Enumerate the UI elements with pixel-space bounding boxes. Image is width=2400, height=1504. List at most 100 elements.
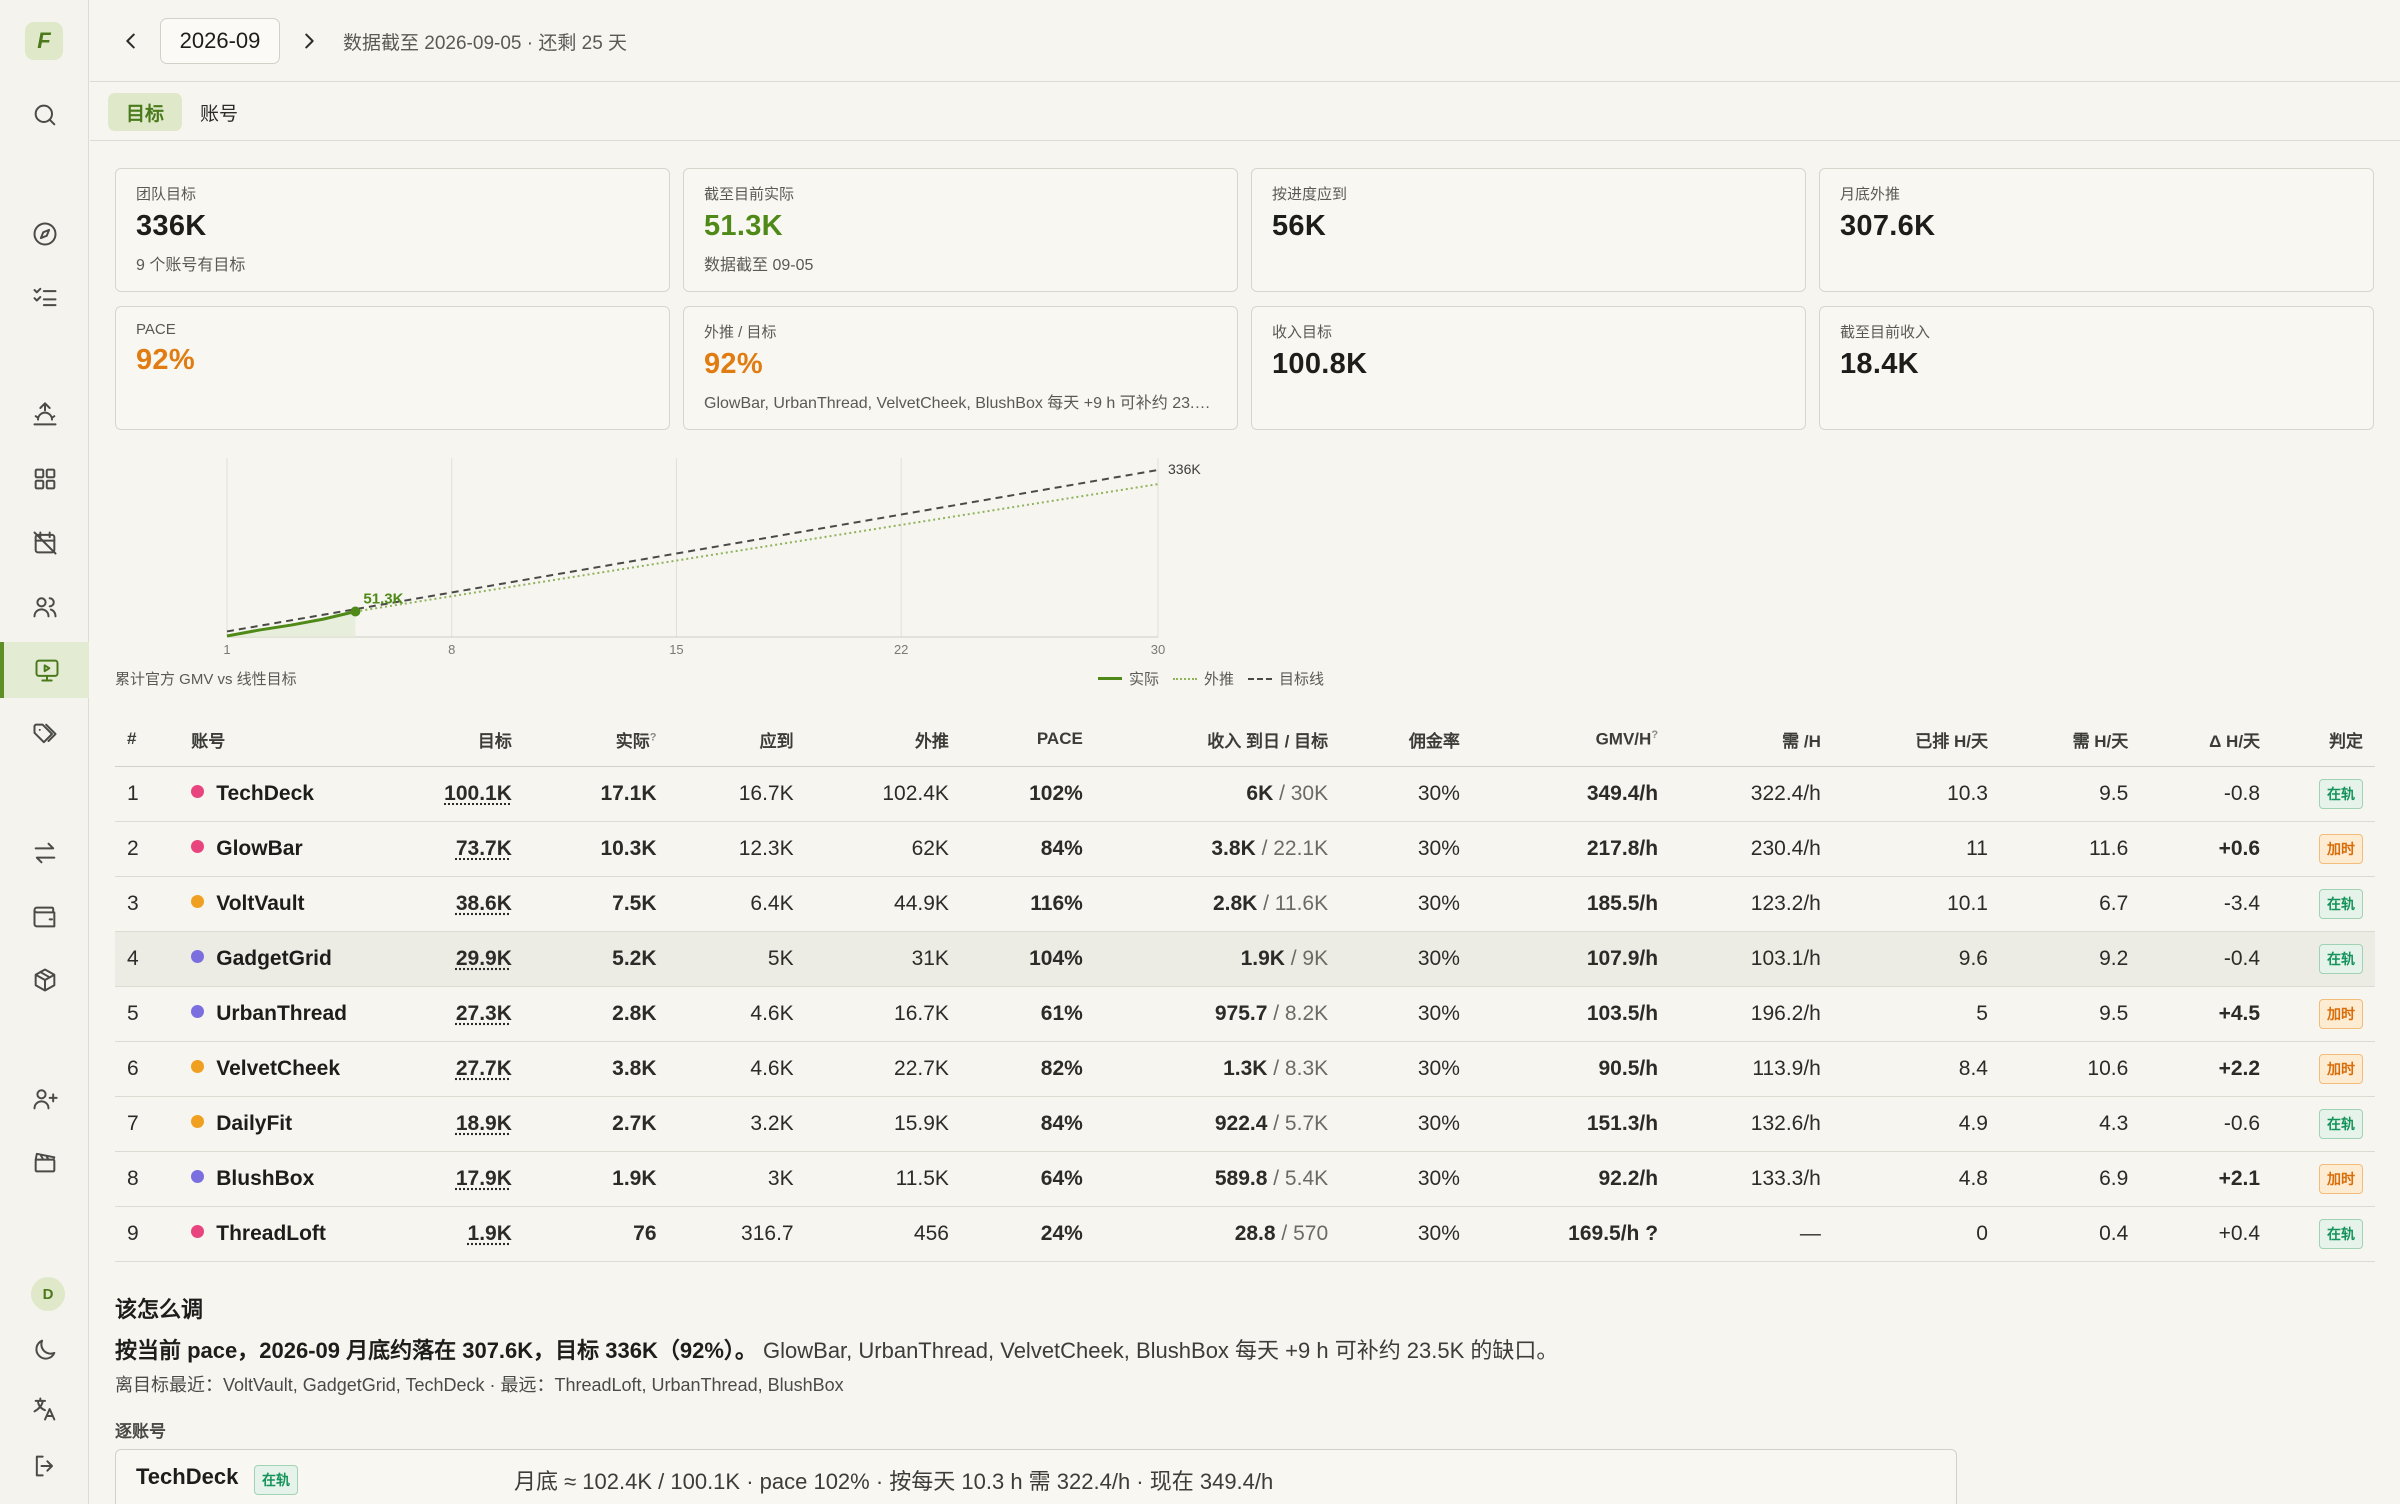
cell-target[interactable]: 38.6K xyxy=(425,876,524,932)
cell-projection: 22.7K xyxy=(805,1041,961,1097)
col-commission[interactable]: 佣金率 xyxy=(1340,713,1472,767)
col-actual[interactable]: 实际? xyxy=(523,713,669,767)
col-income[interactable]: 收入 到日 / 目标 xyxy=(1094,713,1341,767)
per-account-card[interactable]: TechDeck 在轨 月底 ≈ 102.4K / 100.1K · pace … xyxy=(115,1449,1957,1504)
nav-tags[interactable] xyxy=(0,706,89,762)
status-badge[interactable]: 在轨 xyxy=(2319,778,2363,809)
users-icon xyxy=(33,597,56,618)
col-need-h[interactable]: 需 /H xyxy=(1670,713,1833,767)
table-row[interactable]: 1 TechDeck 100.1K 17.1K 16.7K 102.4K 102% 6K / … xyxy=(115,766,2375,822)
stat-value: 92% xyxy=(704,348,763,380)
status-badge[interactable]: 加时 xyxy=(2319,833,2363,864)
nav-dashboard[interactable] xyxy=(0,451,89,507)
cell-verdict: 在轨 xyxy=(2272,1096,2375,1152)
cell-account[interactable]: VelvetCheek xyxy=(179,1041,426,1097)
cell-account[interactable]: TechDeck xyxy=(179,766,426,822)
target-value[interactable]: 100.1K xyxy=(444,782,512,805)
target-value[interactable]: 27.7K xyxy=(456,1057,512,1080)
table-row[interactable]: 3 VoltVault 38.6K 7.5K 6.4K 44.9K 116% 2.8K / 1… xyxy=(115,876,2375,932)
col-delta[interactable]: Δ H/天 xyxy=(2140,713,2273,767)
table-row[interactable]: 8 BlushBox 17.9K 1.9K 3K 11.5K 64% 589.8 / 5.4K… xyxy=(115,1151,2375,1207)
nav-tasks[interactable] xyxy=(0,269,89,325)
col-index[interactable]: # xyxy=(115,713,180,767)
prev-month-button[interactable] xyxy=(114,24,148,58)
table-row[interactable]: 2 GlowBar 73.7K 10.3K 12.3K 62K 84% 3.8K / 22.1… xyxy=(115,821,2375,877)
table-row[interactable]: 6 VelvetCheek 27.7K 3.8K 4.6K 22.7K 82% 1.3K / … xyxy=(115,1041,2375,1097)
col-account[interactable]: 账号 xyxy=(179,713,426,767)
col-due[interactable]: 应到 xyxy=(668,713,806,767)
cell-target[interactable]: 27.3K xyxy=(425,986,524,1042)
nav-logout[interactable] xyxy=(0,1438,89,1494)
status-badge[interactable]: 加时 xyxy=(2319,1163,2363,1194)
cell-account[interactable]: DailyFit xyxy=(179,1096,426,1152)
tab-accounts[interactable]: 账号 xyxy=(182,93,256,131)
app-logo[interactable]: F xyxy=(25,22,63,60)
target-value[interactable]: 18.9K xyxy=(456,1112,512,1135)
status-badge[interactable]: 加时 xyxy=(2319,998,2363,1029)
nav-theme[interactable] xyxy=(0,1322,89,1378)
cell-target[interactable]: 17.9K xyxy=(425,1151,524,1207)
col-need-day[interactable]: 需 H/天 xyxy=(1999,713,2141,767)
per-account-badge: 在轨 xyxy=(254,1465,298,1495)
cell-need-h: 103.1/h xyxy=(1670,931,1833,987)
target-value[interactable]: 73.7K xyxy=(456,837,512,860)
status-badge[interactable]: 加时 xyxy=(2319,1053,2363,1084)
col-pace[interactable]: PACE xyxy=(960,713,1095,767)
table-row[interactable]: 7 DailyFit 18.9K 2.7K 3.2K 15.9K 84% 922.4 / 5.… xyxy=(115,1096,2375,1152)
advice-summary: 按当前 pace，2026-09 月底约落在 307.6K，目标 336K（92… xyxy=(115,1333,1558,1365)
cell-target[interactable]: 73.7K xyxy=(425,821,524,877)
status-badge[interactable]: 在轨 xyxy=(2319,1108,2363,1139)
target-value[interactable]: 1.9K xyxy=(468,1222,512,1245)
cell-target[interactable]: 18.9K xyxy=(425,1096,524,1152)
tab-goals[interactable]: 目标 xyxy=(108,93,183,131)
table-row[interactable]: 9 ThreadLoft 1.9K 76 316.7 456 24% 28.8 / 570 30… xyxy=(115,1206,2375,1262)
cell-target[interactable]: 29.9K xyxy=(425,931,524,987)
nav-invite[interactable] xyxy=(0,1071,89,1127)
table-row[interactable]: 4 GadgetGrid 29.9K 5.2K 5K 31K 104% 1.9K / 9K 30… xyxy=(115,931,2375,987)
cell-target[interactable]: 27.7K xyxy=(425,1041,524,1097)
target-value[interactable]: 17.9K xyxy=(456,1167,512,1190)
col-projection[interactable]: 外推 xyxy=(805,713,961,767)
target-value[interactable]: 27.3K xyxy=(456,1002,512,1025)
list-checks-icon xyxy=(33,287,56,307)
stat-card-income-target: 收入目标 100.8K xyxy=(1251,306,1806,430)
nav-team[interactable] xyxy=(0,579,89,635)
top-bar: 2026-09 数据截至 2026-09-05 · 还剩 25 天 xyxy=(90,0,2400,82)
month-picker[interactable]: 2026-09 xyxy=(160,18,280,64)
nav-products[interactable] xyxy=(0,952,89,1008)
next-month-button[interactable] xyxy=(292,24,326,58)
cell-pace: 102% xyxy=(960,766,1095,822)
cell-target[interactable]: 1.9K xyxy=(425,1206,524,1262)
col-gmvh[interactable]: GMV/H? xyxy=(1471,713,1671,767)
target-value[interactable]: 29.9K xyxy=(456,947,512,970)
legend-swatch xyxy=(1173,677,1198,680)
col-scheduled[interactable]: 已排 H/天 xyxy=(1832,713,2000,767)
status-badge[interactable]: 在轨 xyxy=(2319,943,2363,974)
nav-search[interactable] xyxy=(0,87,89,143)
status-badge[interactable]: 在轨 xyxy=(2319,888,2363,919)
cell-account[interactable]: GlowBar xyxy=(179,821,426,877)
cell-index: 2 xyxy=(115,821,180,877)
status-badge[interactable]: 在轨 xyxy=(2319,1218,2363,1249)
col-target[interactable]: 目标 xyxy=(425,713,524,767)
nav-transfer[interactable] xyxy=(0,825,89,881)
x-tick-label: 30 xyxy=(1151,642,1165,657)
cell-account[interactable]: VoltVault xyxy=(179,876,426,932)
nav-daily[interactable] xyxy=(0,387,89,443)
nav-live[interactable] xyxy=(0,642,89,698)
cell-account[interactable]: BlushBox xyxy=(179,1151,426,1207)
cell-target[interactable]: 100.1K xyxy=(425,766,524,822)
cell-pace: 64% xyxy=(960,1151,1095,1207)
cell-account[interactable]: ThreadLoft xyxy=(179,1206,426,1262)
nav-language[interactable] xyxy=(0,1381,89,1437)
nav-explore[interactable] xyxy=(0,206,89,262)
nav-wallet[interactable] xyxy=(0,889,89,945)
cell-account[interactable]: UrbanThread xyxy=(179,986,426,1042)
cell-account[interactable]: GadgetGrid xyxy=(179,931,426,987)
nav-schedule[interactable] xyxy=(0,515,89,571)
table-row[interactable]: 5 UrbanThread 27.3K 2.8K 4.6K 16.7K 61% 975.7 /… xyxy=(115,986,2375,1042)
nav-media[interactable] xyxy=(0,1134,89,1190)
target-value[interactable]: 38.6K xyxy=(456,892,512,915)
col-verdict[interactable]: 判定 xyxy=(2272,713,2375,767)
user-avatar[interactable]: D xyxy=(31,1277,65,1311)
